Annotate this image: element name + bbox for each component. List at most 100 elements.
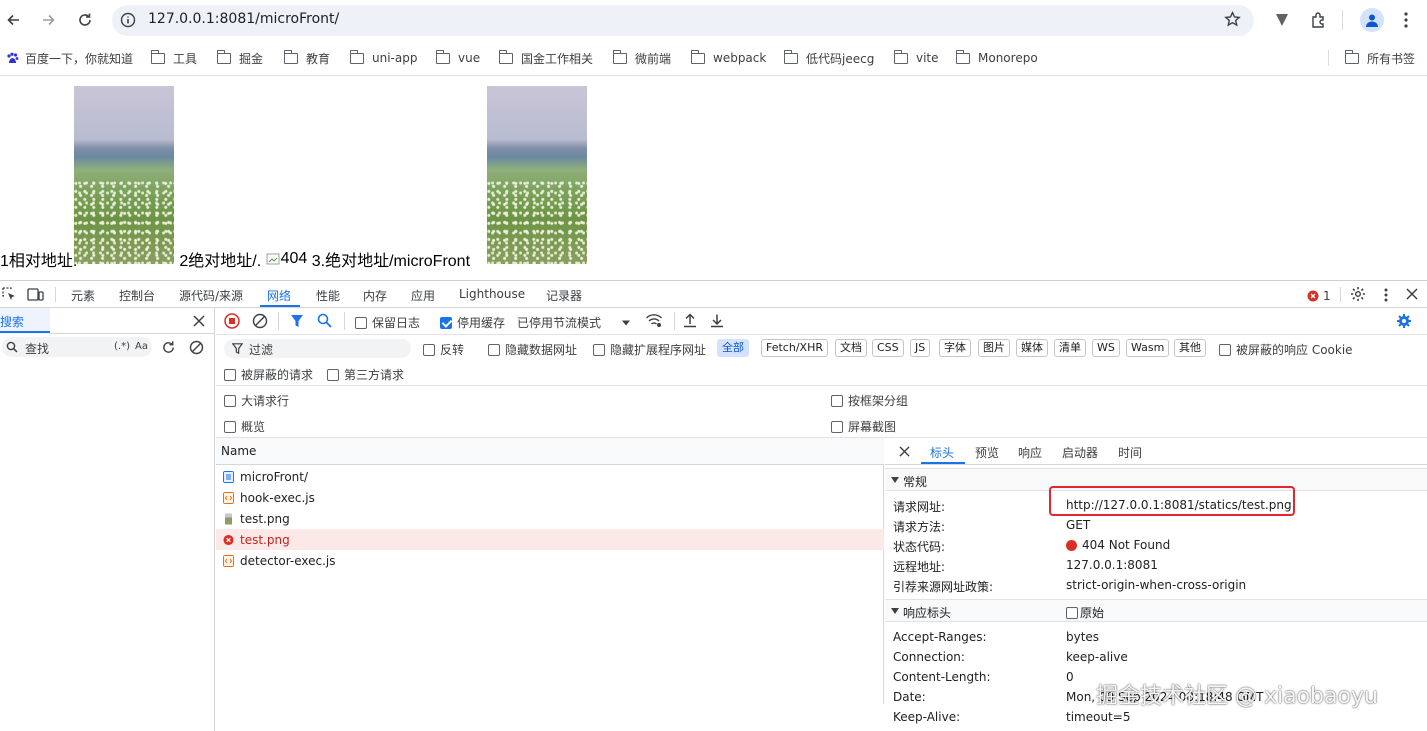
checkbox-box[interactable] xyxy=(423,343,435,356)
checkbox-box[interactable] xyxy=(1066,606,1078,619)
type-filter-font[interactable]: 字体 xyxy=(939,339,971,357)
extension-v-icon[interactable] xyxy=(1274,12,1290,28)
checkbox-box[interactable] xyxy=(327,368,339,381)
clear-log-icon[interactable] xyxy=(252,313,268,329)
bookmark-folder[interactable]: Monorepo xyxy=(955,49,1038,67)
bookmark-folder[interactable]: webpack xyxy=(690,49,766,67)
type-filter-all[interactable]: 全部 xyxy=(717,339,749,357)
request-row[interactable]: microFront/ xyxy=(216,466,884,487)
reload-button[interactable] xyxy=(73,8,97,32)
tab-response[interactable]: 响应 xyxy=(1018,444,1042,461)
case-sensitive-toggle[interactable]: Aa xyxy=(135,341,148,352)
checkbox-box[interactable] xyxy=(1219,343,1231,356)
extensions-puzzle-icon[interactable] xyxy=(1310,11,1328,29)
response-headers-section-header[interactable]: 响应标头 原始 xyxy=(885,599,1427,622)
checkbox-box[interactable] xyxy=(224,394,236,407)
tab-recorder[interactable]: 记录器 xyxy=(546,287,582,304)
checkbox-box[interactable] xyxy=(224,368,236,381)
bookmark-folder[interactable]: uni-app xyxy=(349,49,417,67)
close-devtools-icon[interactable] xyxy=(1406,288,1418,300)
bookmark-folder[interactable]: vite xyxy=(893,49,939,67)
invert-checkbox[interactable]: 反转 xyxy=(423,341,464,358)
third-party-checkbox[interactable]: 第三方请求 xyxy=(327,366,404,383)
profile-button[interactable] xyxy=(1360,8,1384,32)
hide-extension-urls-checkbox[interactable]: 隐藏扩展程序网址 xyxy=(593,341,706,358)
bookmark-folder[interactable]: 国金工作相关 xyxy=(498,49,593,67)
tab-network[interactable]: 网络 xyxy=(267,287,291,304)
devtools-menu-icon[interactable] xyxy=(1384,288,1388,302)
checkbox-box[interactable] xyxy=(224,420,236,433)
type-filter-css[interactable]: CSS xyxy=(872,339,904,357)
back-button[interactable] xyxy=(2,8,26,32)
tab-memory[interactable]: 内存 xyxy=(363,287,387,304)
type-filter-media[interactable]: 媒体 xyxy=(1016,339,1048,357)
clear-search-icon[interactable] xyxy=(189,340,204,355)
search-drawer-title[interactable]: 搜索 xyxy=(0,313,24,330)
preserve-log-checkbox[interactable]: 保留日志 xyxy=(355,314,420,331)
tab-sources[interactable]: 源代码/来源 xyxy=(179,287,243,304)
big-rows-checkbox[interactable]: 大请求行 xyxy=(224,392,289,409)
bookmark-folder[interactable]: 掘金 xyxy=(216,49,263,67)
checkbox-box[interactable] xyxy=(593,343,605,356)
settings-gear-icon[interactable] xyxy=(1350,286,1366,302)
tab-preview[interactable]: 预览 xyxy=(975,444,999,461)
blocked-requests-checkbox[interactable]: 被屏蔽的请求 xyxy=(224,366,313,383)
group-by-frame-checkbox[interactable]: 按框架分组 xyxy=(831,392,908,409)
bookmark-folder[interactable]: 工具 xyxy=(150,49,197,67)
type-filter-fetch-xhr[interactable]: Fetch/XHR xyxy=(761,339,828,357)
close-drawer-icon[interactable] xyxy=(193,315,205,327)
blocked-cookies-checkbox[interactable]: 被屏蔽的响应 Cookie xyxy=(1219,341,1353,358)
type-filter-js[interactable]: JS xyxy=(910,339,931,357)
record-stop-icon[interactable] xyxy=(224,313,240,329)
tab-headers[interactable]: 标头 xyxy=(930,444,954,461)
type-filter-manifest[interactable]: 清单 xyxy=(1054,339,1086,357)
regex-toggle[interactable]: (.*) xyxy=(114,341,130,352)
checkbox-box[interactable] xyxy=(440,316,452,329)
close-detail-icon[interactable] xyxy=(899,446,910,457)
request-row[interactable]: hook-exec.js xyxy=(216,487,884,508)
checkbox-box[interactable] xyxy=(488,343,500,356)
export-har-icon[interactable] xyxy=(710,313,724,328)
disable-cache-checkbox[interactable]: 停用缓存 xyxy=(440,314,505,331)
import-har-icon[interactable] xyxy=(683,313,697,328)
request-row[interactable]: detector-exec.js xyxy=(216,550,884,571)
screenshots-checkbox[interactable]: 屏幕截图 xyxy=(831,418,896,435)
throttling-select[interactable]: 已停用节流模式 xyxy=(517,314,631,331)
overview-checkbox[interactable]: 概览 xyxy=(224,418,265,435)
raw-checkbox[interactable]: 原始 xyxy=(1066,604,1104,621)
forward-button[interactable] xyxy=(36,8,60,32)
site-info-icon[interactable] xyxy=(120,12,136,28)
type-filter-ws[interactable]: WS xyxy=(1092,339,1120,357)
bookmark-folder[interactable]: 微前端 xyxy=(612,49,671,67)
filter-funnel-icon[interactable] xyxy=(290,314,304,328)
network-conditions-icon[interactable] xyxy=(645,313,663,328)
name-column-header[interactable]: Name xyxy=(216,438,884,465)
bookmark-star-icon[interactable] xyxy=(1224,11,1241,28)
type-filter-img[interactable]: 图片 xyxy=(978,339,1010,357)
tab-application[interactable]: 应用 xyxy=(411,287,435,304)
browser-menu-icon[interactable] xyxy=(1404,12,1408,28)
tab-initiator[interactable]: 启动器 xyxy=(1062,444,1098,461)
checkbox-box[interactable] xyxy=(831,420,843,433)
error-counter[interactable]: 1 xyxy=(1307,289,1331,303)
request-row-error[interactable]: test.png xyxy=(216,529,884,550)
bookmark-folder[interactable]: 低代码jeecg xyxy=(783,49,874,67)
inspect-element-icon[interactable] xyxy=(2,287,17,302)
url-text[interactable]: 127.0.0.1:8081/microFront/ xyxy=(148,11,339,27)
refresh-search-icon[interactable] xyxy=(161,340,176,355)
checkbox-box[interactable] xyxy=(831,394,843,407)
request-row[interactable]: test.png xyxy=(216,508,884,529)
network-settings-icon[interactable] xyxy=(1396,313,1412,329)
tab-console[interactable]: 控制台 xyxy=(119,287,155,304)
bookmark-folder[interactable]: vue xyxy=(435,49,480,67)
tab-elements[interactable]: 元素 xyxy=(71,287,95,304)
bookmark-baidu[interactable]: 百度一下，你就知道 xyxy=(6,49,133,67)
hide-data-urls-checkbox[interactable]: 隐藏数据网址 xyxy=(488,341,577,358)
tab-performance[interactable]: 性能 xyxy=(316,287,340,304)
device-toggle-icon[interactable] xyxy=(27,287,44,302)
bookmark-folder[interactable]: 教育 xyxy=(283,49,330,67)
type-filter-doc[interactable]: 文档 xyxy=(835,339,867,357)
type-filter-wasm[interactable]: Wasm xyxy=(1126,339,1170,357)
search-network-icon[interactable] xyxy=(317,313,332,328)
all-bookmarks[interactable]: 所有书签 xyxy=(1344,49,1415,67)
